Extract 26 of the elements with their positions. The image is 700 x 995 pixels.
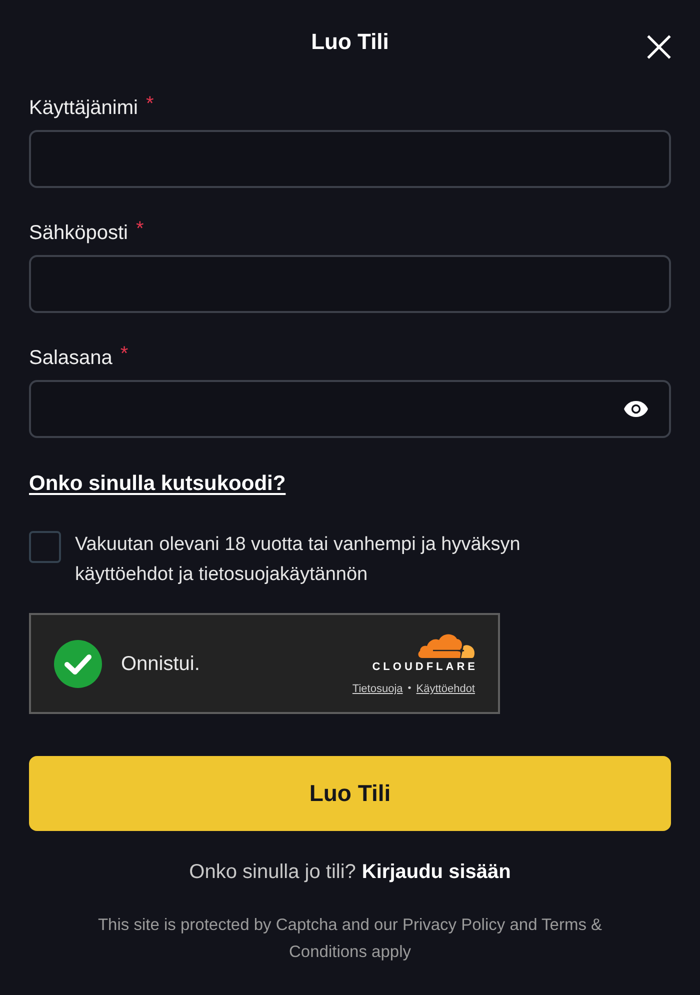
- required-mark: *: [120, 344, 128, 364]
- required-mark: *: [136, 219, 144, 239]
- login-prompt-text: Onko sinulla jo tili?: [189, 860, 356, 885]
- close-button[interactable]: [647, 35, 671, 59]
- privacy-link[interactable]: Tietosuoja: [352, 682, 403, 696]
- close-icon: [647, 35, 671, 59]
- password-field[interactable]: [29, 380, 671, 438]
- invite-code-link[interactable]: Onko sinulla kutsukoodi?: [29, 470, 286, 498]
- submit-button[interactable]: Luo Tili: [29, 756, 671, 831]
- field-label: Käyttäjänimi: [29, 96, 138, 121]
- consent-text: Vakuutan olevani 18 vuotta tai vanhempi ja hyväksyn käyttöehdot ja tietosuojakäytännön: [75, 533, 522, 587]
- checkbox[interactable]: [29, 531, 61, 563]
- email-field[interactable]: [29, 255, 671, 313]
- cloud-icon: [417, 631, 475, 659]
- field-label: Salasana: [29, 346, 112, 371]
- dialog-title: Luo Tili: [311, 28, 389, 56]
- captcha-status: Onnistui.: [121, 652, 200, 676]
- login-link[interactable]: Kirjaudu sisään: [362, 858, 511, 886]
- terms-link[interactable]: Käyttöehdot: [416, 682, 475, 696]
- field-label: Sähköposti: [29, 221, 128, 246]
- text-field[interactable]: [29, 130, 671, 188]
- link-separator: •: [408, 682, 412, 696]
- brand-wordmark: CLOUDFLARE: [372, 661, 478, 674]
- footer-text: This site is protected by Captcha and our Privacy Policy and Terms & Conditions apply: [96, 915, 604, 963]
- eye-icon[interactable]: [623, 400, 649, 418]
- required-mark: *: [146, 94, 154, 114]
